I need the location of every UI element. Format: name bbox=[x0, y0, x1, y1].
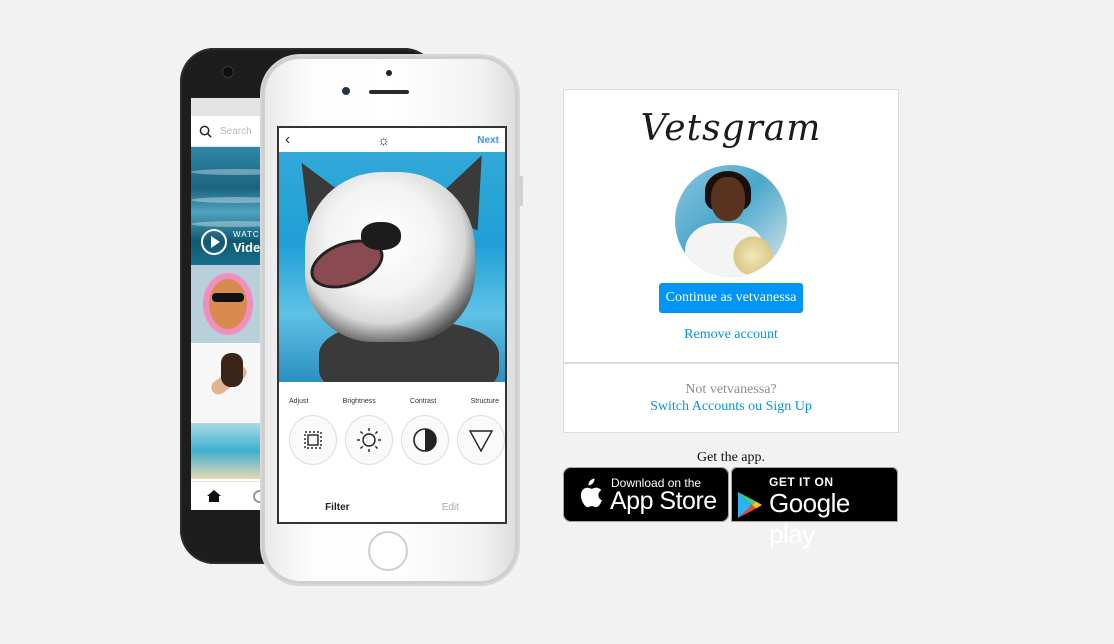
side-button bbox=[519, 176, 523, 206]
switch-account-panel: Not vetvanessa? Switch Accounts ou Sign … bbox=[563, 363, 899, 433]
tool-label-brightness: Brightness bbox=[342, 398, 376, 405]
editor-tool-icons bbox=[279, 405, 505, 465]
back-search-placeholder: Search bbox=[220, 125, 252, 137]
continue-as-button[interactable]: Continue as vetvanessa bbox=[659, 283, 803, 313]
switch-accounts-link[interactable]: Switch Accounts ou Sign Up bbox=[564, 399, 898, 415]
brand-logo: Vetsgram bbox=[640, 108, 822, 149]
remove-account-link[interactable]: Remove account bbox=[564, 327, 898, 343]
watch-video-label: WATCH Video bbox=[201, 229, 268, 255]
play-icon bbox=[201, 229, 227, 255]
google-play-big-text: Google play bbox=[769, 488, 850, 549]
tool-label-adjust: Adjust bbox=[289, 398, 309, 405]
avatar bbox=[675, 165, 787, 277]
front-sensor bbox=[386, 70, 392, 76]
tab-edit: Edit bbox=[441, 501, 459, 513]
front-speaker bbox=[369, 90, 409, 94]
editor-tabs: Filter Edit bbox=[279, 492, 505, 522]
front-phone: ‹ ☼ Next Adjust Brightness Contrast Stru… bbox=[262, 56, 523, 584]
google-play-badge[interactable]: GET IT ON Google play bbox=[731, 467, 898, 549]
back-chevron-icon: ‹ bbox=[285, 131, 291, 148]
google-play-icon bbox=[738, 492, 762, 518]
brightness-icon bbox=[345, 415, 393, 465]
search-icon bbox=[199, 125, 212, 138]
google-play-small-text: GET IT ON bbox=[769, 475, 834, 489]
tool-label-contrast: Contrast bbox=[409, 398, 437, 405]
front-phone-screen: ‹ ☼ Next Adjust Brightness Contrast Stru… bbox=[277, 126, 507, 524]
login-card: Vetsgram Continue as vetvanessa Remove a… bbox=[563, 89, 899, 363]
front-camera bbox=[342, 87, 350, 95]
husky-photo bbox=[279, 152, 505, 382]
not-user-text: Not vetvanessa? bbox=[685, 382, 777, 397]
app-store-badge[interactable]: Download on the App Store bbox=[563, 467, 729, 522]
get-app-text: Get the app. bbox=[696, 450, 766, 465]
back-phone-sensor bbox=[222, 66, 234, 78]
lux-icon: ☼ bbox=[377, 132, 391, 148]
phones-illustration: Search WATCH Video ‹ ☼ Next Adjust Brigh… bbox=[178, 48, 523, 588]
tab-filter: Filter bbox=[325, 501, 350, 513]
app-store-big-text: App Store bbox=[610, 487, 717, 515]
structure-icon bbox=[457, 415, 505, 465]
home-icon bbox=[207, 490, 221, 502]
next-label: Next bbox=[477, 134, 499, 146]
editor-header: ‹ ☼ Next bbox=[279, 128, 505, 152]
adjust-icon bbox=[289, 415, 337, 465]
apple-icon bbox=[580, 478, 602, 508]
home-button bbox=[368, 531, 408, 571]
editor-tool-labels: Adjust Brightness Contrast Structure bbox=[279, 382, 505, 405]
contrast-icon bbox=[401, 415, 449, 465]
tool-label-structure: Structure bbox=[470, 398, 499, 405]
